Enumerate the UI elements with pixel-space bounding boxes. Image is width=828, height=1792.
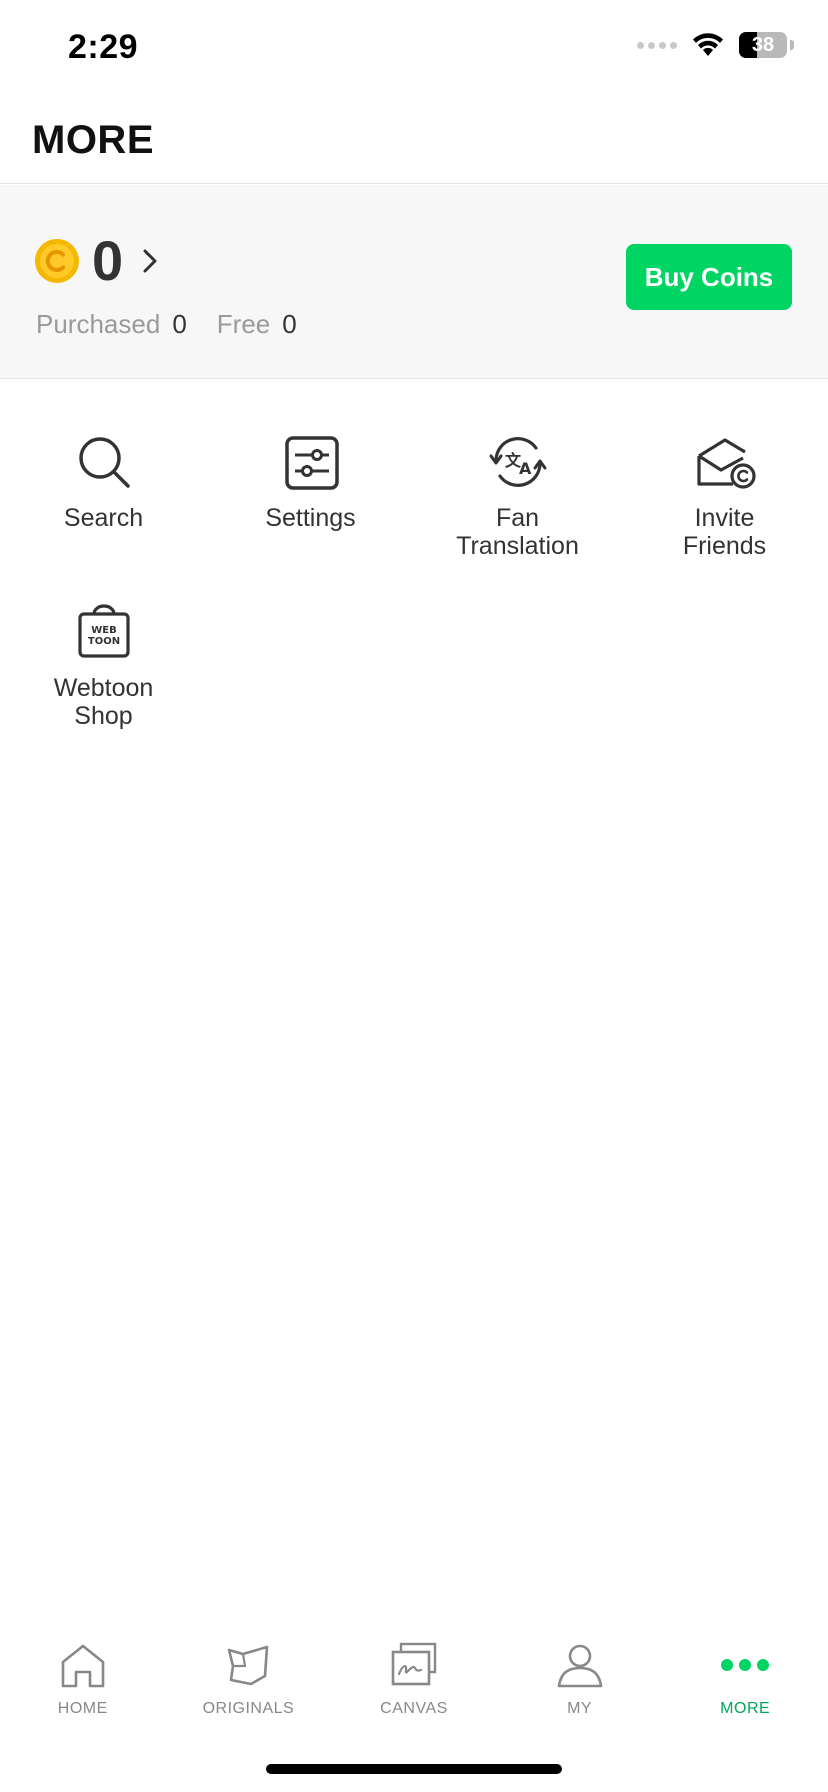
home-icon <box>61 1644 105 1688</box>
more-dots-icon <box>721 1659 770 1671</box>
nav-item-my[interactable]: MY <box>497 1626 663 1736</box>
svg-text:TOON: TOON <box>87 636 119 647</box>
nav-item-more[interactable]: MORE <box>662 1626 828 1736</box>
menu-item-label: Webtoon Shop <box>53 674 154 730</box>
coin-balance-link[interactable]: 0 <box>34 233 161 289</box>
page-header: MORE <box>0 100 828 184</box>
menu-item-settings[interactable]: Settings <box>207 430 414 532</box>
coin-icon <box>35 239 79 283</box>
nav-item-home[interactable]: HOME <box>0 1626 166 1736</box>
chevron-right-icon <box>143 249 157 273</box>
menu-item-label: Fan Translation <box>456 504 579 560</box>
menu-item-label: Invite Friends <box>682 504 767 560</box>
coin-balance: 0 <box>92 229 124 292</box>
nav-item-originals[interactable]: ORIGINALS <box>166 1626 332 1736</box>
svg-text:A: A <box>519 459 532 478</box>
battery-icon: 38 <box>739 32 787 58</box>
menu-item-search[interactable]: Search <box>0 430 207 532</box>
menu-item-fan-translation[interactable]: 文 A Fan Translation <box>414 430 621 560</box>
originals-icon <box>228 1645 269 1686</box>
search-icon <box>78 437 130 488</box>
home-indicator <box>266 1764 562 1774</box>
buy-coins-button[interactable]: Buy Coins <box>626 244 792 310</box>
free-value: 0 <box>282 309 297 339</box>
free-label: Free <box>216 309 271 339</box>
nav-label: CANVAS <box>380 1700 448 1717</box>
nav-label: MORE <box>720 1700 771 1717</box>
translate-icon: 文 A <box>489 437 546 487</box>
menu-item-label: Search <box>63 504 144 532</box>
menu-item-webtoon-shop[interactable]: WEB TOON Webtoon Shop <box>0 600 207 730</box>
nav-label: HOME <box>57 1700 108 1717</box>
person-icon <box>557 1644 602 1688</box>
shopping-bag-icon: WEB TOON <box>77 604 130 658</box>
sliders-icon <box>284 436 339 490</box>
nav-label: ORIGINALS <box>202 1700 295 1717</box>
coin-panel: 0 Purchased 0 Free 0 Buy Coins <box>0 185 828 379</box>
status-time: 2:29 <box>68 28 139 66</box>
status-icons: 38 <box>637 32 794 58</box>
status-bar: 2:29 38 <box>0 0 828 100</box>
purchased-label: Purchased <box>36 309 161 339</box>
page-title: MORE <box>32 118 154 162</box>
envelope-coin-icon <box>696 438 756 489</box>
menu-item-label: Settings <box>265 504 356 532</box>
battery-level: 38 <box>751 33 775 56</box>
canvas-icon <box>391 1642 437 1686</box>
coin-breakdown: Purchased 0 Free 0 <box>36 309 297 340</box>
wifi-icon <box>693 33 723 56</box>
more-screen: 2:29 38 MORE 0 Purchased 0 Free 0 Buy Co… <box>0 0 828 1792</box>
nav-label: MY <box>567 1700 593 1717</box>
nav-item-canvas[interactable]: CANVAS <box>331 1626 497 1736</box>
bottom-nav: HOME ORIGINALS CANVAS MY MORE <box>0 1626 828 1736</box>
purchased-value: 0 <box>172 309 187 339</box>
menu-item-invite-friends[interactable]: Invite Friends <box>621 430 828 560</box>
cellular-signal-icon <box>637 41 677 49</box>
svg-text:WEB: WEB <box>91 625 116 636</box>
